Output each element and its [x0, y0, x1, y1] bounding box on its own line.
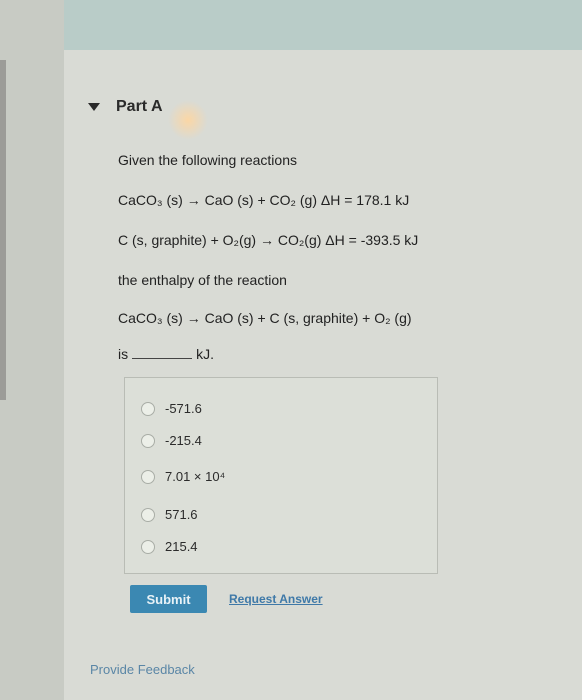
choice-label: -215.4	[165, 433, 202, 448]
answer-unit: kJ.	[196, 346, 215, 362]
choice-label: -571.6	[165, 401, 202, 416]
radio-button[interactable]	[141, 539, 155, 554]
collapse-triangle-icon[interactable]	[88, 103, 100, 111]
choice-label: 7.01 × 10⁴	[165, 469, 226, 484]
choice-item[interactable]: 571.6	[141, 507, 198, 522]
top-banner	[64, 0, 582, 50]
left-gutter	[0, 0, 64, 700]
choice-item[interactable]: 215.4	[141, 539, 198, 554]
provide-feedback-link[interactable]: Provide Feedback	[90, 662, 195, 677]
part-header[interactable]: Part A	[88, 98, 163, 116]
answer-line: is kJ.	[118, 346, 214, 362]
light-glare	[168, 100, 208, 140]
choice-label: 571.6	[165, 507, 198, 522]
choice-item[interactable]: 7.01 × 10⁴	[141, 469, 225, 484]
request-answer-link[interactable]: Request Answer	[229, 592, 323, 606]
radio-button[interactable]	[141, 433, 155, 448]
choice-label: 215.4	[165, 539, 198, 554]
choice-item[interactable]: -215.4	[141, 433, 202, 448]
reaction-1: CaCO₃ (s) → CaO (s) + CO₂ (g) ΔH = 178.1…	[118, 192, 410, 208]
reaction-2: C (s, graphite) + O₂(g) → CO₂(g) ΔH = -3…	[118, 232, 419, 248]
question-prompt: the enthalpy of the reaction	[118, 272, 287, 288]
submit-button[interactable]: Submit	[130, 585, 207, 613]
answer-blank	[132, 358, 193, 359]
choice-item[interactable]: -571.6	[141, 401, 202, 416]
target-reaction: CaCO₃ (s) → CaO (s) + C (s, graphite) + …	[118, 310, 412, 326]
answer-prefix: is	[118, 346, 129, 362]
part-title: Part A	[116, 98, 163, 115]
left-edge-bar	[0, 60, 6, 400]
question-intro: Given the following reactions	[118, 152, 297, 168]
radio-button[interactable]	[141, 401, 155, 416]
radio-button[interactable]	[141, 469, 155, 484]
radio-button[interactable]	[141, 507, 155, 522]
